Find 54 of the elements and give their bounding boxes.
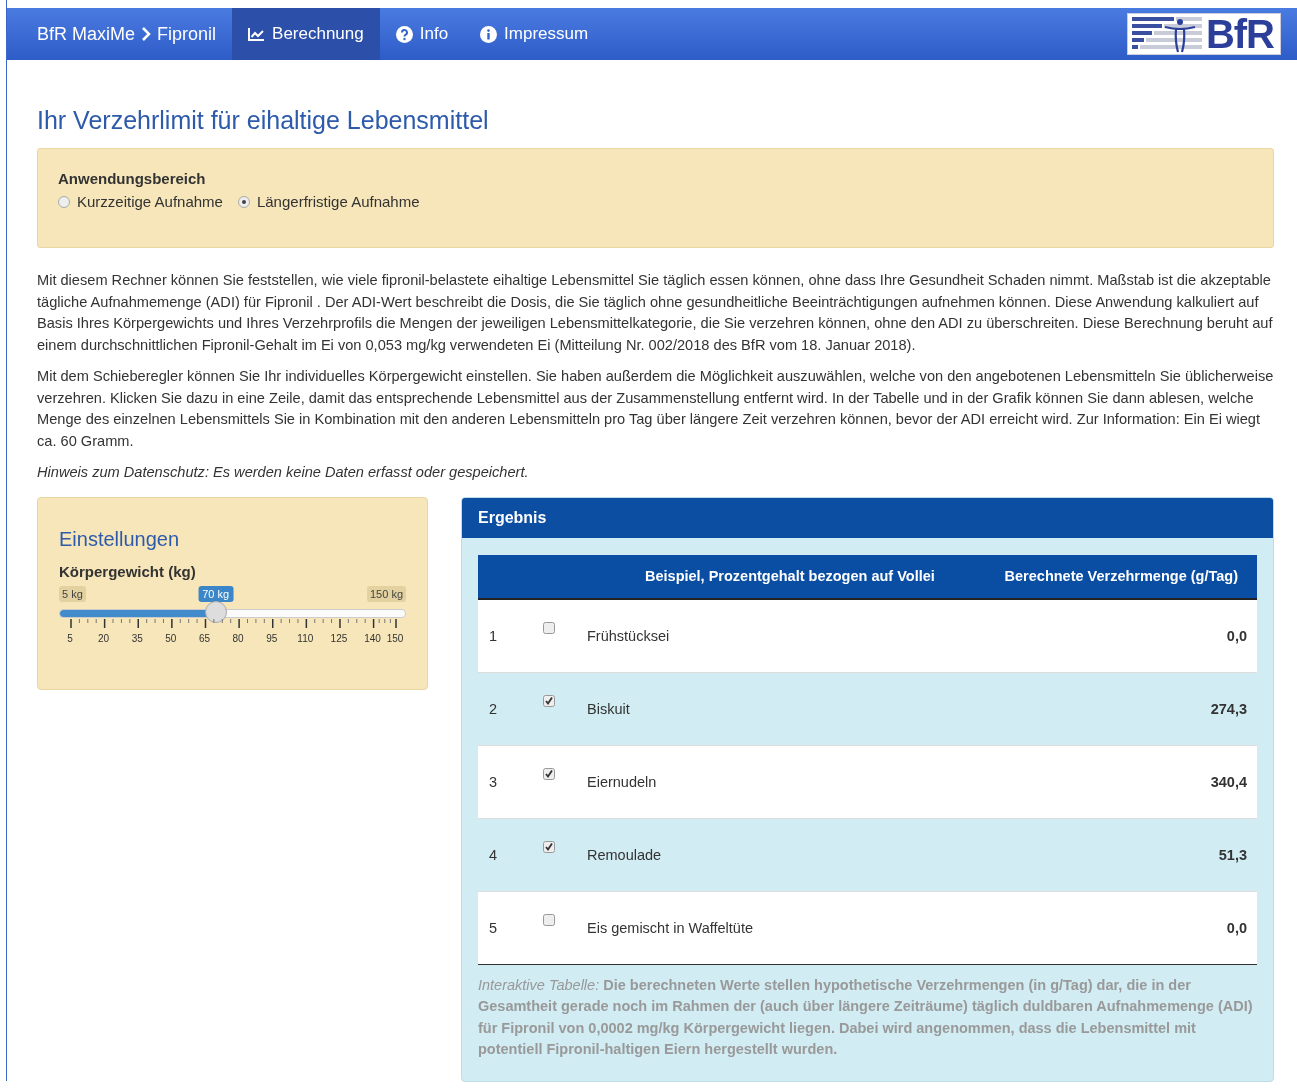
row-number: 1 bbox=[478, 598, 533, 672]
figure-stripes-icon bbox=[1131, 15, 1202, 53]
radio-option[interactable]: Kurzzeitige Aufnahme bbox=[58, 193, 223, 210]
nav-tab[interactable]: Impressum bbox=[464, 8, 605, 60]
nav-tab[interactable]: Info bbox=[379, 8, 465, 60]
result-header: Ergebnis bbox=[462, 497, 1273, 538]
checkbox[interactable] bbox=[543, 694, 555, 707]
checkbox[interactable] bbox=[543, 767, 555, 780]
tick-label: 50 bbox=[165, 632, 177, 644]
min-label: 5 kg bbox=[59, 585, 86, 602]
description-text: Mit dem Schieberegler können Sie Ihr individuelles Körpergewicht einstellen. Sie haben außerdem die Möglichkeit auszuwählen, welche von den angebotenen Lebensmitteln Sie üblicherweise verzehren. Klicken Sie dazu in eine Zeile, damit das entsprechende Lebensmittel aus der Zusammenstellung entfernt wird. In der Tabelle und in der Grafik können Sie dann ablesen, welche Menge des einzelnen Lebensmittels Sie in Kombination mit den anderen Lebensmitteln pro Tag über längere Zeit verzehren können, bevor der ADI erreicht wird. Zur Information: Ein Ei wiegt ca. 60 Gramm. bbox=[37, 367, 1274, 451]
scope-label: Anwendungsbereich bbox=[58, 170, 206, 187]
amount-cell: 0,0 bbox=[972, 598, 1257, 672]
tick-label: 80 bbox=[232, 632, 244, 644]
table-footnote: Interaktive Tabelle: Die berechneten Werte stellen hypothetische Verzehrmengen (in g/Tag) dar, die in der Gesamtheit gerade noch im Rahmen der (auch über längere Zeiträume) täglich duldbaren Aufnahmemenge (ADI) für Fipronil von 0,0002 mg/kg Körpergewicht liegen. Dabei wird angenommen, dass die Lebensmittel mit potentiell Fipronil-haltigen Eiern hergestellt wurden. bbox=[478, 975, 1254, 1059]
tick-label: 140 bbox=[364, 632, 381, 644]
food-cell: Eiernudeln bbox=[577, 745, 973, 818]
value-label: 70 kg bbox=[198, 585, 234, 602]
slider-track[interactable] bbox=[59, 608, 406, 618]
amount-cell: 340,4 bbox=[972, 745, 1257, 818]
slider-label: Körpergewicht (kg) bbox=[59, 562, 197, 580]
row-number: 3 bbox=[478, 745, 533, 818]
tick-label: 125 bbox=[330, 632, 348, 644]
description-text: Mit diesem Rechner können Sie feststellen, wie viele fipronil-belastete eihaltige Lebensmittel Sie täglich essen können, ohne dass Ihre Gesundheit Schaden nimmt. Maßstab ist die akzeptable tägliche Aufnahmemenge (ADI) für Fipronil . Der ADI-Wert beschreibt die Dosis, die Sie täglich ohne gesundheitliche Beeinträchtigungen aufnehmen können. Diese Anwendung kalkuliert auf Basis Ihres Körpergewichts und Ihres Verzehrprofils die Mengen der jeweiligen Lebensmittelkategorie, die Sie verzehren können, ohne den ADI zu überschreiten. Diese Berechnung beruht auf einem durchschnittlichen Fipronil-Gehalt im Ei von 0,053 mg/kg verwendeten Ei (Mitteilung Nr. 002/2018 des BfR vom 18. Januar 2018). bbox=[37, 271, 1274, 355]
column-header: Beispiel, Prozentgehalt bezogen auf Vollei bbox=[577, 554, 973, 599]
nav-tab[interactable]: Berechnung bbox=[232, 8, 380, 60]
radio-option[interactable]: Längerfristige Aufnahme bbox=[237, 193, 420, 210]
max-label: 150 kg bbox=[366, 585, 406, 602]
food-cell: Eis gemischt in Waffeltüte bbox=[577, 891, 973, 964]
tick-label: 95 bbox=[266, 632, 278, 644]
help-icon bbox=[395, 25, 413, 43]
amount-cell: 0,0 bbox=[972, 891, 1257, 964]
page-title: Ihr Verzehrlimit für eihaltige Lebensmittel bbox=[37, 106, 490, 135]
tick-label: 150 bbox=[386, 632, 404, 644]
tick-label: 65 bbox=[198, 632, 211, 644]
tick-label: 110 bbox=[297, 632, 314, 644]
app-title[interactable]: BfR MaxiMe Fipronil bbox=[7, 8, 233, 60]
privacy-note: Hinweis zum Datenschutz: Es werden keine Daten erfasst oder gespeichert. bbox=[37, 463, 530, 482]
settings-title: Einstellungen bbox=[59, 527, 181, 551]
checkbox[interactable] bbox=[543, 621, 555, 634]
tick-label: 35 bbox=[131, 632, 143, 644]
logo: BfR bbox=[1126, 13, 1281, 55]
tick-label: 20 bbox=[98, 632, 110, 644]
row-number: 5 bbox=[478, 891, 533, 964]
column-header: Berechnete Verzehrmenge (g/Tag) bbox=[972, 554, 1257, 599]
chevron-icon bbox=[141, 27, 151, 41]
radio-icon[interactable] bbox=[58, 195, 70, 208]
radio-icon[interactable] bbox=[237, 195, 250, 208]
info-icon bbox=[480, 25, 498, 43]
checkbox[interactable] bbox=[543, 913, 555, 926]
checkbox[interactable] bbox=[543, 840, 555, 853]
tick-label: 5 bbox=[67, 632, 73, 644]
line-chart-icon bbox=[248, 27, 266, 41]
food-cell: Frühstücksei bbox=[577, 598, 973, 672]
